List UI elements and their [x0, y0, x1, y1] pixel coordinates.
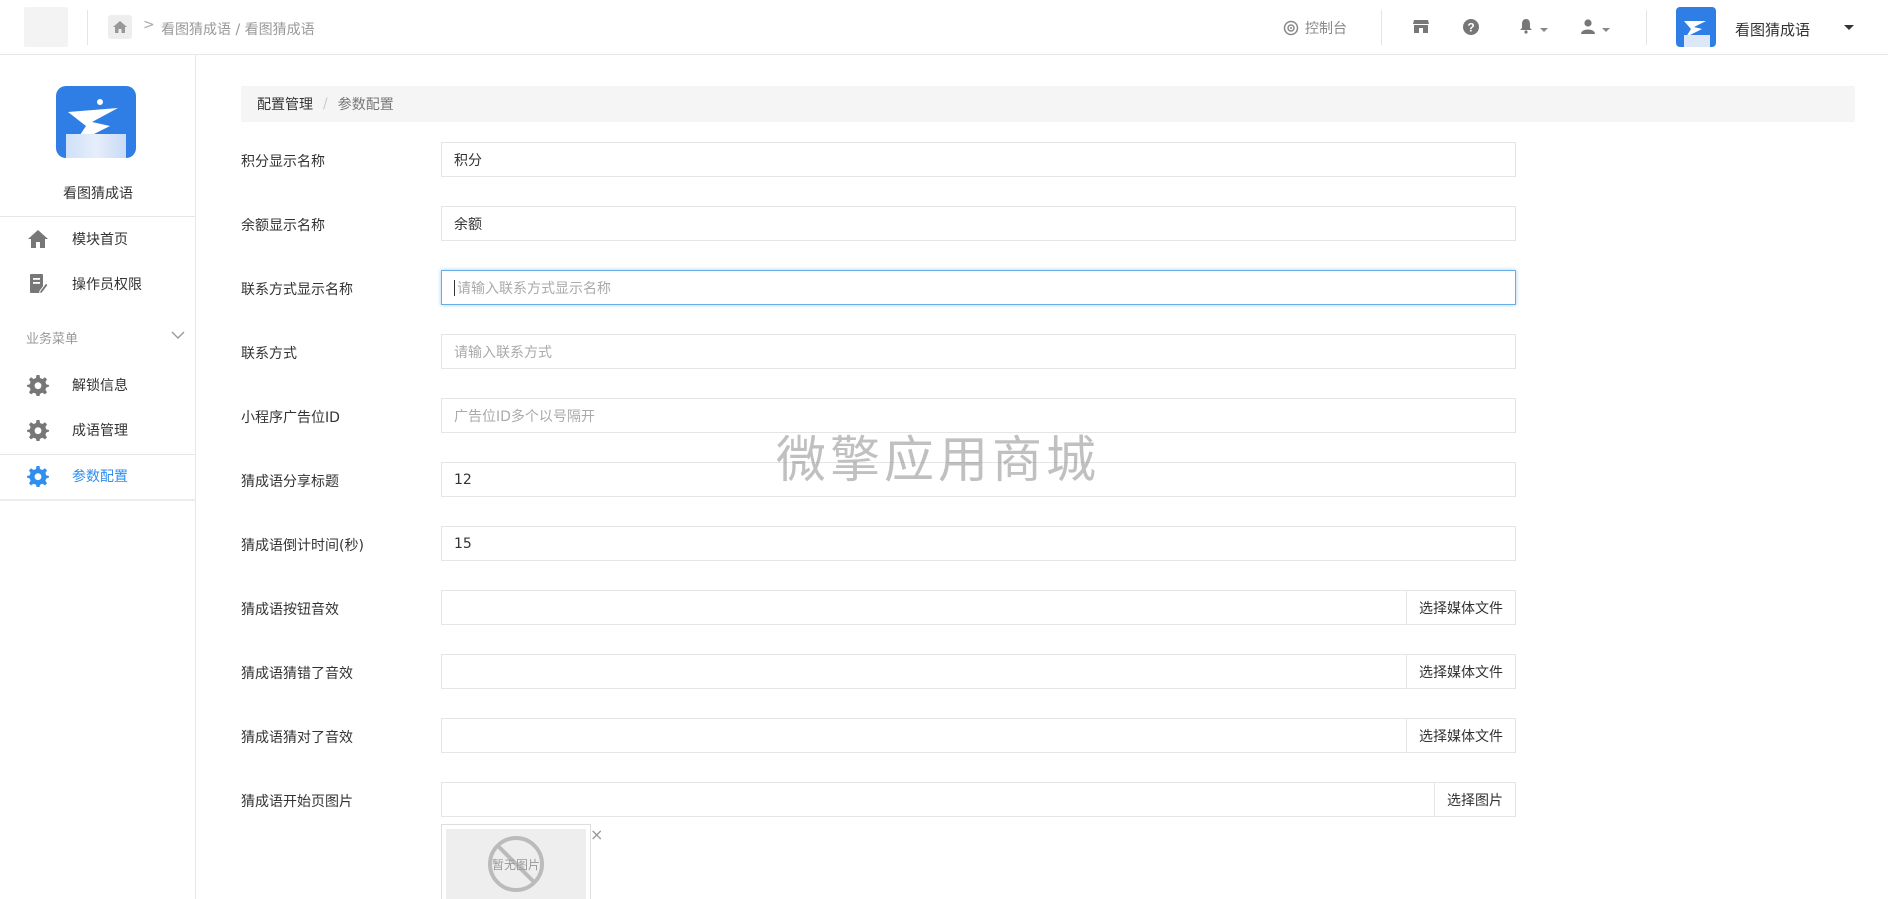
store-icon[interactable]: [1412, 18, 1430, 38]
field-label: 猜成语按钮音效: [241, 602, 339, 618]
form-row: 猜成语猜错了音效 选择媒体文件: [241, 654, 1516, 690]
home-icon[interactable]: [108, 15, 132, 39]
field-label: 猜成语分享标题: [241, 474, 339, 490]
app-name: 看图猜成语: [63, 186, 133, 202]
watermark: 微擎应用商城: [776, 431, 1100, 489]
edit-doc-icon: [26, 272, 50, 296]
field-label: 猜成语开始页图片: [241, 794, 353, 810]
image-preview: 暂无图片: [441, 824, 591, 899]
gear-icon: [26, 418, 50, 442]
select-image-button[interactable]: 选择图片: [1434, 782, 1516, 817]
top-breadcrumb[interactable]: 看图猜成语 / 看图猜成语: [161, 19, 315, 39]
sidebar-item-label: 参数配置: [72, 469, 128, 485]
field-label: 余额显示名称: [241, 218, 325, 234]
sidebar-item-label: 操作员权限: [72, 277, 142, 293]
divider: [1646, 10, 1647, 45]
top-navbar: > 看图猜成语 / 看图猜成语 控制台 ? 看图猜成语: [0, 0, 1888, 55]
avatar[interactable]: [1676, 7, 1716, 47]
site-logo[interactable]: [24, 7, 68, 47]
form-row: 联系方式 请输入联系方式: [241, 334, 1516, 370]
form-row: 积分显示名称 积分: [241, 142, 1516, 178]
select-media-button[interactable]: 选择媒体文件: [1406, 590, 1516, 625]
no-image-text: 暂无图片: [491, 857, 540, 872]
divider: [1381, 10, 1382, 45]
field-label: 猜成语倒计时间(秒): [241, 538, 364, 554]
select-media-button[interactable]: 选择媒体文件: [1406, 718, 1516, 753]
contact-input[interactable]: 请输入联系方式: [441, 334, 1516, 369]
breadcrumb: 配置管理 / 参数配置: [241, 86, 1855, 122]
console-label: 控制台: [1305, 20, 1347, 37]
close-icon[interactable]: ×: [590, 825, 603, 844]
bell-icon[interactable]: [1518, 18, 1548, 38]
form-row: 猜成语倒计时间(秒) 15: [241, 526, 1516, 562]
sidebar-item-label: 成语管理: [72, 423, 128, 439]
countdown-input[interactable]: 15: [441, 526, 1516, 561]
divider: [87, 10, 88, 45]
field-label: 猜成语猜对了音效: [241, 730, 353, 746]
sidebar: 看图猜成语 模块首页 操作员权限 业务菜单 解锁信息 成语管理 参数配置: [0, 55, 196, 899]
sidebar-item-label: 模块首页: [72, 232, 128, 248]
start-image-input[interactable]: 选择图片: [441, 782, 1516, 817]
sidebar-item-unlock-info[interactable]: 解锁信息: [0, 363, 196, 407]
button-sound-input[interactable]: 选择媒体文件: [441, 590, 1516, 625]
svg-text:?: ?: [1467, 21, 1474, 35]
gear-icon: [26, 464, 50, 488]
select-media-button[interactable]: 选择媒体文件: [1406, 654, 1516, 689]
contact-name-input[interactable]: 请输入联系方式显示名称: [441, 270, 1516, 305]
field-label: 小程序广告位ID: [241, 410, 340, 426]
chevron-down-icon[interactable]: [171, 328, 185, 344]
form-row: 猜成语按钮音效 选择媒体文件: [241, 590, 1516, 626]
divider: [0, 499, 196, 501]
field-label: 联系方式: [241, 346, 297, 362]
field-label: 猜成语猜错了音效: [241, 666, 353, 682]
target-icon: [1283, 20, 1299, 35]
user-menu-icon[interactable]: [1580, 18, 1610, 38]
app-logo: [56, 86, 136, 158]
form-row: 猜成语猜对了音效 选择媒体文件: [241, 718, 1516, 754]
breadcrumb-parent[interactable]: 配置管理: [257, 94, 313, 114]
form-row: 余额显示名称 余额: [241, 206, 1516, 242]
chevron-down-icon[interactable]: [1844, 25, 1854, 30]
breadcrumb-current: 参数配置: [337, 97, 394, 113]
balance-name-input[interactable]: 余额: [441, 206, 1516, 241]
sidebar-item-label: 解锁信息: [72, 378, 128, 394]
chevron-right-icon: >: [143, 17, 155, 33]
field-label: 积分显示名称: [241, 154, 325, 170]
field-label: 联系方式显示名称: [241, 282, 353, 298]
correct-sound-input[interactable]: 选择媒体文件: [441, 718, 1516, 753]
points-name-input[interactable]: 积分: [441, 142, 1516, 177]
sidebar-item-operator-permissions[interactable]: 操作员权限: [0, 262, 196, 306]
sidebar-item-idiom-management[interactable]: 成语管理: [0, 408, 196, 452]
sidebar-item-module-home[interactable]: 模块首页: [0, 217, 196, 261]
form-row: 猜成语开始页图片 选择图片: [241, 782, 1516, 818]
sidebar-item-parameter-config[interactable]: 参数配置: [0, 454, 196, 498]
sidebar-section-title[interactable]: 业务菜单: [26, 328, 78, 347]
home-icon: [26, 227, 50, 251]
console-link[interactable]: 控制台: [1283, 0, 1347, 55]
user-name[interactable]: 看图猜成语: [1735, 19, 1810, 40]
help-icon[interactable]: ?: [1462, 18, 1480, 40]
wrong-sound-input[interactable]: 选择媒体文件: [441, 654, 1516, 689]
form-row: 联系方式显示名称 请输入联系方式显示名称: [241, 270, 1516, 306]
gear-icon: [26, 373, 50, 397]
